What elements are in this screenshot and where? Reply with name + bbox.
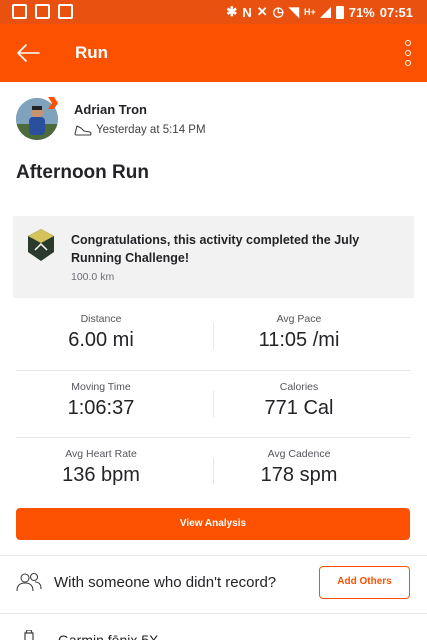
bluetooth-icon: ✱ xyxy=(226,4,238,19)
network-type: H+ xyxy=(303,7,316,17)
stat-value: 11:05 /mi xyxy=(258,329,340,351)
stat-label: Avg Cadence xyxy=(267,448,331,460)
subscriber-badge-icon xyxy=(48,97,58,109)
gear-name: Garmin fēnix 5X xyxy=(58,632,159,640)
watch-icon xyxy=(24,630,34,640)
athlete-header: Adrian Tron Yesterday at 5:14 PM xyxy=(16,97,416,142)
battery-icon xyxy=(335,5,344,19)
strava-notification-icon xyxy=(58,4,73,19)
stat-label: Distance xyxy=(80,313,122,325)
view-analysis-button[interactable]: View Analysis xyxy=(16,508,410,540)
stats-row: Avg Heart Rate 136 bpm Avg Cadence 178 s… xyxy=(16,437,411,504)
wifi-icon: ◥ xyxy=(288,4,299,19)
stat-label: Avg Pace xyxy=(276,313,322,325)
stats-grid: Distance 6.00 mi Avg Pace 11:05 /mi Movi… xyxy=(16,303,411,504)
divider xyxy=(0,555,427,556)
stats-row: Distance 6.00 mi Avg Pace 11:05 /mi xyxy=(16,303,411,370)
stat-label: Moving Time xyxy=(71,381,131,393)
others-prompt: With someone who didn't record? xyxy=(54,574,277,591)
more-options-icon[interactable] xyxy=(403,40,413,66)
status-bar: ✱ N ✕ ◷ ◥ H+ ◢ 71% 07:51 xyxy=(0,0,427,24)
challenge-badge-icon xyxy=(28,229,54,261)
stat-value: 1:06:37 xyxy=(67,397,135,419)
athlete-name[interactable]: Adrian Tron xyxy=(74,102,147,117)
clock: 07:51 xyxy=(379,4,413,20)
back-button[interactable] xyxy=(12,37,44,69)
challenge-message: Congratulations, this activity completed… xyxy=(71,233,360,265)
challenge-card[interactable]: Congratulations, this activity completed… xyxy=(13,216,414,298)
back-arrow-icon xyxy=(17,44,40,62)
activity-title: Afternoon Run xyxy=(16,162,149,183)
challenge-detail: 100.0 km xyxy=(71,271,115,283)
stat-label: Calories xyxy=(279,381,319,393)
stat-value: 178 spm xyxy=(260,464,338,486)
mute-icon: ✕ xyxy=(256,4,268,19)
battery-level: 71% xyxy=(348,4,375,20)
activity-timestamp: Yesterday at 5:14 PM xyxy=(96,124,206,136)
add-others-button[interactable]: Add Others xyxy=(319,566,410,599)
stat-value: 136 bpm xyxy=(62,464,140,486)
stat-label: Avg Heart Rate xyxy=(65,448,137,460)
gear-row[interactable]: Garmin fēnix 5X xyxy=(16,626,412,640)
stat-value: 771 Cal xyxy=(264,397,334,419)
image-notification-icon xyxy=(35,4,50,19)
add-others-row: With someone who didn't record? Add Othe… xyxy=(16,566,412,602)
people-icon xyxy=(16,572,42,592)
alarm-icon: ◷ xyxy=(272,4,284,19)
page-title: Run xyxy=(75,43,109,62)
divider xyxy=(0,613,427,614)
app-bar: Run xyxy=(0,24,427,82)
notification-icon xyxy=(12,4,27,19)
stat-value: 6.00 mi xyxy=(68,329,134,351)
shoe-icon xyxy=(74,125,92,136)
signal-icon: ◢ xyxy=(320,4,331,19)
nfc-icon: N xyxy=(242,4,252,20)
stats-row: Moving Time 1:06:37 Calories 771 Cal xyxy=(16,370,411,437)
